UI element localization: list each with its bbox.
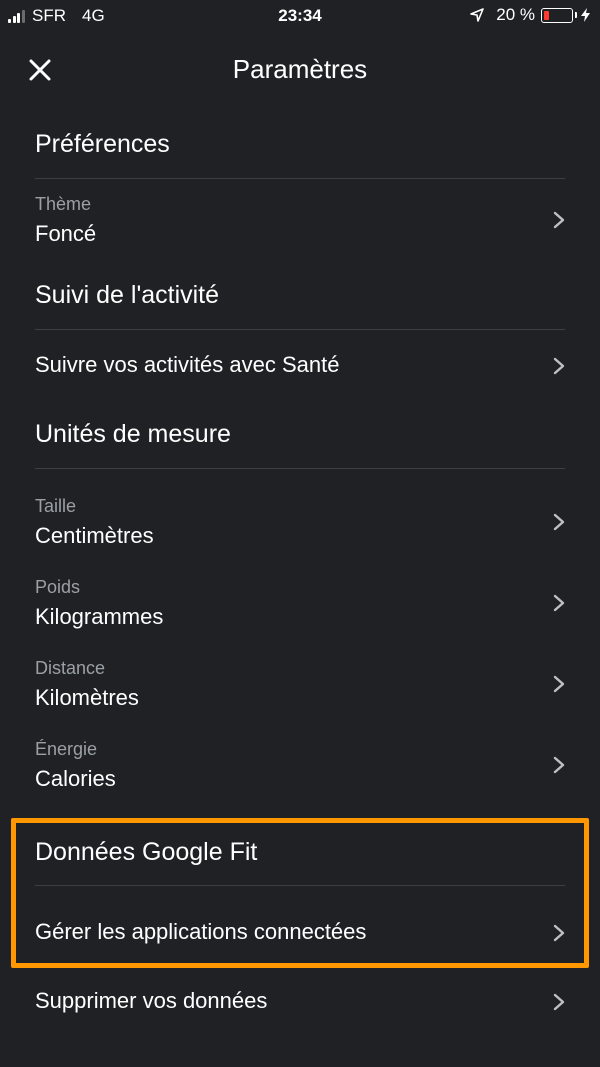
- charging-bolt-icon: [581, 8, 590, 22]
- setting-row-health[interactable]: Suivre vos activités avec Santé: [0, 336, 600, 396]
- setting-label: Énergie: [35, 739, 98, 759]
- section-title-activity: Suivi de l'activité: [35, 281, 220, 309]
- setting-label: Gérer les applications connectées: [35, 919, 367, 944]
- setting-value: Centimètres: [35, 523, 154, 548]
- divider: [35, 885, 565, 886]
- status-bar-right: 20 %: [470, 5, 590, 25]
- setting-row-theme[interactable]: Thème Foncé: [0, 186, 600, 258]
- chevron-right-icon: [553, 756, 565, 774]
- setting-label: Distance: [35, 658, 106, 678]
- chevron-right-icon: [553, 675, 565, 693]
- setting-label: Suivre vos activités avec Santé: [35, 352, 340, 377]
- setting-row-energy[interactable]: Énergie Calories: [0, 731, 600, 803]
- setting-row-delete-data[interactable]: Supprimer vos données: [0, 972, 600, 1032]
- page-title: Paramètres: [232, 54, 368, 84]
- divider: [35, 468, 565, 469]
- app-header: Paramètres: [0, 40, 600, 100]
- setting-row-height[interactable]: Taille Centimètres: [0, 488, 600, 560]
- setting-label: Poids: [35, 577, 81, 597]
- location-arrow-icon: [470, 8, 485, 22]
- setting-value: Foncé: [35, 221, 97, 246]
- section-title-units: Unités de mesure: [35, 420, 231, 448]
- status-bar: SFR 4G 23:34 20 %: [0, 0, 600, 34]
- battery-percentage: 20 %: [496, 5, 535, 24]
- setting-row-weight[interactable]: Poids Kilogrammes: [0, 569, 600, 641]
- section-title-preferences: Préférences: [35, 130, 170, 158]
- setting-row-connected-apps[interactable]: Gérer les applications connectées: [0, 903, 600, 963]
- chevron-right-icon: [553, 357, 565, 375]
- divider: [35, 178, 565, 179]
- chevron-right-icon: [553, 211, 565, 229]
- chevron-right-icon: [553, 594, 565, 612]
- setting-label: Supprimer vos données: [35, 988, 268, 1013]
- setting-value: Kilogrammes: [35, 604, 164, 629]
- divider: [35, 329, 565, 330]
- setting-label: Thème: [35, 194, 92, 214]
- setting-label: Taille: [35, 496, 77, 516]
- setting-value: Calories: [35, 766, 116, 791]
- setting-value: Kilomètres: [35, 685, 139, 710]
- chevron-right-icon: [553, 993, 565, 1011]
- section-title-google-fit: Données Google Fit: [35, 838, 258, 866]
- chevron-right-icon: [553, 513, 565, 531]
- chevron-right-icon: [553, 924, 565, 942]
- setting-row-distance[interactable]: Distance Kilomètres: [0, 650, 600, 722]
- battery-icon: [541, 7, 577, 23]
